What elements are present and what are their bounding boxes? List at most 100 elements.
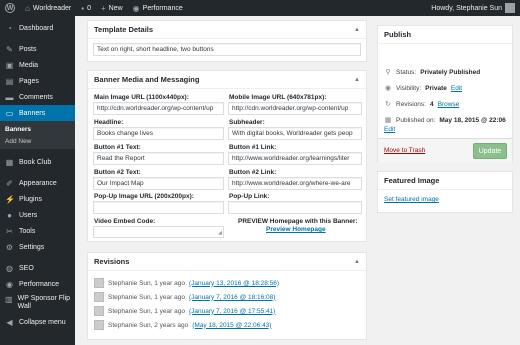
set-featured-image-link[interactable]: Set featured image [384, 196, 439, 203]
collapse-icon: ◀ [6, 317, 13, 327]
box-title: Banner Media and Messaging [94, 75, 200, 84]
toggle-arrow-icon[interactable]: ▲ [354, 27, 360, 33]
mobile-image-label: Mobile Image URL (640x781px): [229, 94, 327, 101]
revision-link[interactable]: (January 7, 2016 @ 18:16:08) [189, 294, 275, 301]
flip-wall-icon: ▥ [5, 295, 13, 304]
headline-label: Headline: [94, 119, 124, 126]
popup-image-input[interactable] [93, 201, 224, 214]
publish-header[interactable]: Publish [378, 26, 512, 44]
performance-menu[interactable]: ◉ Performance [128, 0, 188, 16]
wordpress-logo-icon: W [5, 3, 15, 13]
button2-link-input[interactable]: http://www.worldreader.org/where-we-are [228, 177, 362, 190]
sidebar-item-users[interactable]: ● Users [0, 207, 75, 223]
sidebar-item-plugins[interactable]: ⚡ Plugins [0, 191, 75, 207]
mobile-image-input[interactable]: http://cdn.worldreader.org/wp-content/up [228, 102, 362, 115]
visibility-edit-link[interactable]: Edit [451, 85, 462, 92]
popup-link-input[interactable] [228, 201, 362, 214]
featured-image-header[interactable]: Featured Image [378, 172, 512, 190]
box-title: Featured Image [384, 176, 440, 185]
visibility-label: Visibility: [396, 84, 422, 92]
sidebar-item-banners[interactable]: ▭ Banners [0, 105, 75, 121]
status-label: Status: [396, 68, 417, 76]
wp-logo-menu[interactable]: W [0, 0, 20, 16]
sidebar-item-label: Book Club [19, 158, 52, 166]
sidebar-item-performance[interactable]: ◉ Performance [0, 276, 75, 292]
admin-bar: W ⌂ Worldreader ▪ 0 + New ◉ Performance Howd… [0, 0, 520, 16]
banner-media-header[interactable]: Banner Media and Messaging ▲ [88, 71, 366, 89]
move-to-trash-link[interactable]: Move to Trash [384, 147, 425, 154]
resize-grip-icon[interactable]: ◢ [218, 230, 222, 236]
button2-text-input[interactable]: Our Impact Map [93, 177, 224, 190]
avatar [94, 306, 104, 316]
settings-icon: ⚙ [5, 242, 14, 252]
status-row: ⚲ Status: Privately Published [384, 68, 480, 77]
banners-submenu: Banners Add New [0, 121, 75, 149]
sidebar-item-appearance[interactable]: ✐ Appearance [0, 175, 75, 191]
sidebar-item-label: Banners [19, 109, 46, 117]
browse-revisions-link[interactable]: Browse [438, 101, 460, 108]
sidebar-item-posts[interactable]: ✎ Posts [0, 41, 75, 57]
collapse-menu-button[interactable]: ◀ Collapse menu [0, 314, 75, 330]
comments-menu[interactable]: ▪ 0 [76, 0, 96, 16]
toggle-arrow-icon[interactable]: ▲ [354, 77, 360, 83]
button2-link-label: Button #2 Link: [229, 169, 277, 176]
site-name: Worldreader [32, 4, 72, 12]
button1-text-label: Button #1 Text: [94, 144, 141, 151]
sidebar-item-dashboard[interactable]: ◔ Dashboard [0, 20, 75, 36]
sidebar-item-comments[interactable]: ▬ Comments [0, 89, 75, 105]
revision-author: Stephanie Sun, 1 year ago [108, 293, 185, 301]
sidebar-item-label: Tools [19, 227, 36, 235]
revision-author: Stephanie Sun, 2 years ago [108, 321, 189, 329]
visibility-row: ◉ Visibility: Private Edit [384, 84, 462, 93]
revision-author: Stephanie Sun, 1 year ago [108, 279, 185, 287]
published-edit-link[interactable]: Edit [384, 126, 395, 133]
comment-icon: ▬ [5, 92, 14, 102]
sidebar-item-label: Comments [19, 93, 53, 101]
published-edit-row: Edit [384, 126, 395, 133]
toggle-arrow-icon[interactable]: ▲ [354, 259, 360, 265]
button1-link-label: Button #1 Link: [229, 144, 277, 151]
sidebar-item-label: Performance [19, 280, 60, 288]
button1-link-input[interactable]: http://www.worldreader.org/learnings/lit… [228, 152, 362, 165]
headline-input[interactable]: Books change lives [93, 127, 224, 140]
template-details-header[interactable]: Template Details ▲ [88, 21, 366, 39]
featured-image-box: Featured Image Set featured image [377, 171, 513, 213]
subheader-input[interactable]: With digital books, Worldreader gets peo… [228, 127, 362, 140]
sidebar-item-book-club[interactable]: ▦ Book Club [0, 154, 75, 170]
revision-row: Stephanie Sun, 1 year ago (January 7, 201… [94, 292, 275, 302]
template-select[interactable]: Text on right, short headline, two butto… [93, 43, 361, 56]
plus-icon: + [100, 3, 106, 13]
template-details-box: Template Details ▲ Text on right, short h… [87, 20, 367, 62]
sidebar-item-pages[interactable]: ▤ Pages [0, 73, 75, 89]
sidebar-item-tools[interactable]: ✂ Tools [0, 223, 75, 239]
revision-link[interactable]: (January 13, 2016 @ 18:28:56) [189, 280, 279, 287]
main-image-input[interactable]: http://cdn.worldreader.org/wp-content/up [93, 102, 224, 115]
video-embed-label: Video Embed Code: [94, 218, 156, 225]
preview-homepage-link[interactable]: Preview Homepage [266, 226, 326, 233]
sidebar-item-media[interactable]: ▣ Media [0, 57, 75, 73]
sidebar-item-settings[interactable]: ⚙ Settings [0, 239, 75, 255]
new-content-menu[interactable]: + New [96, 0, 128, 16]
revision-link[interactable]: (May 18, 2015 @ 22:06:43) [192, 322, 271, 329]
sidebar-item-label: SEO [19, 264, 34, 272]
performance-label: Performance [142, 4, 183, 12]
box-title: Publish [384, 30, 412, 39]
revisions-header[interactable]: Revisions ▲ [88, 253, 366, 271]
media-icon: ▣ [5, 60, 14, 70]
button1-text-input[interactable]: Read the Report [93, 152, 224, 165]
new-label: New [108, 4, 123, 12]
sidebar-item-seo[interactable]: ◍ SEO [0, 260, 75, 276]
update-button[interactable]: Update [473, 143, 507, 159]
published-value: May 18, 2015 @ 22:06 [439, 116, 506, 124]
howdy-text: Howdy, Stephanie Sun [431, 4, 502, 12]
video-embed-textarea[interactable]: ◢ [93, 226, 224, 238]
sidebar-item-flip-wall[interactable]: ▥ WP Sponsor Flip Wall [0, 292, 75, 314]
site-name-menu[interactable]: ⌂ Worldreader [20, 0, 76, 16]
my-account-menu[interactable]: Howdy, Stephanie Sun [426, 0, 520, 16]
submenu-item-banners[interactable]: Banners [0, 123, 75, 135]
button2-text-label: Button #2 Text: [94, 169, 141, 176]
pin-icon: ⚲ [385, 69, 391, 76]
submenu-item-add-new[interactable]: Add New [0, 135, 75, 147]
dashboard-icon: ◔ [7, 23, 12, 33]
revision-link[interactable]: (January 7, 2016 @ 17:55:41) [189, 308, 275, 315]
